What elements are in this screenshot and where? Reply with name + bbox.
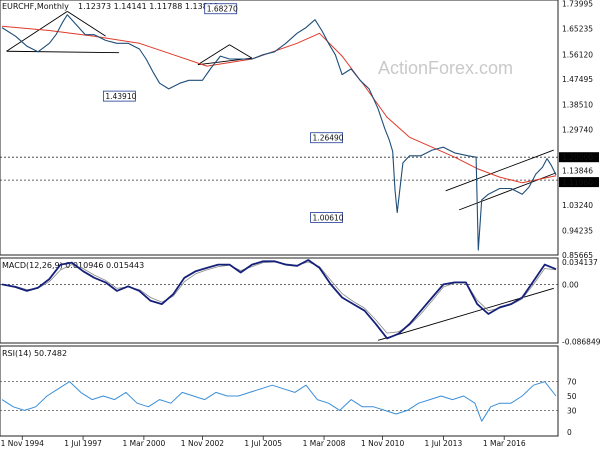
rsi-tick-0: 70 — [567, 378, 577, 387]
macd-tick-0: 0.034137 — [562, 258, 598, 267]
rsi-line — [1, 381, 557, 422]
x-tick-1: 1 Jul 1997 — [64, 439, 102, 448]
chart-window: ActionForex.com EURCHF,Monthly 1.12373 1… — [0, 0, 600, 450]
macd-trendline — [377, 287, 554, 341]
macd-line — [1, 259, 557, 340]
channel-upper — [445, 149, 554, 192]
y-tick-10: 0.94235 — [562, 227, 593, 236]
macd-panel: 0.034137 0.00 -0.086849 — [0, 258, 600, 347]
macd-tick-2: -0.086849 — [562, 338, 600, 347]
x-tick-2: 1 Mar 2000 — [122, 439, 165, 448]
macd-tick-1: 0.00 — [562, 280, 579, 289]
y-tick-4: 1.38510 — [562, 100, 593, 109]
price-label-1: 1.43910 — [105, 92, 136, 101]
y-tick-8: 1.11960 — [562, 178, 593, 187]
macd-title: MACD(12,26,9) 0.010946 0.015443 — [2, 261, 144, 270]
price-panel: 1.68270 1.43910 1.26490 1.00610 1.73995 1.652… — [0, 0, 599, 260]
rsi-tick-3: 0 — [567, 428, 572, 437]
x-tick-7: 1 Jul 2013 — [425, 439, 463, 448]
price-label-3: 1.00610 — [313, 213, 344, 222]
rsi-tick-2: 30 — [567, 406, 577, 415]
price-panel-frame — [0, 0, 559, 256]
current-price-label: 1.13846 — [562, 167, 593, 176]
y-tick-0: 1.73995 — [562, 0, 593, 8]
x-tick-8: 1 Mar 2016 — [483, 439, 526, 448]
y-tick-6: 1.20000 — [562, 153, 593, 162]
y-tick-5: 1.29740 — [562, 125, 593, 134]
x-tick-6: 1 Nov 2010 — [361, 439, 404, 448]
price-label-0: 1.68270 — [207, 5, 238, 14]
trendline-upper-2 — [67, 11, 106, 37]
y-tick-3: 1.47495 — [562, 75, 593, 84]
price-label-2: 1.26490 — [313, 134, 344, 143]
rsi-panel: 70 50 30 0 — [0, 378, 577, 437]
y-tick-9: 1.03240 — [562, 201, 593, 210]
y-tick-1: 1.65235 — [562, 24, 593, 33]
x-tick-4: 1 Jul 2005 — [244, 439, 282, 448]
rsi-title: RSI(14) 50.7482 — [2, 349, 67, 358]
moving-average-line — [1, 25, 557, 184]
x-tick-3: 1 Nov 2002 — [181, 439, 224, 448]
rsi-panel-frame — [0, 345, 559, 437]
trendline-base — [6, 50, 120, 54]
x-tick-0: 1 Nov 1994 — [1, 439, 44, 448]
chart-canvas: ActionForex.com EURCHF,Monthly 1.12373 1… — [0, 0, 600, 448]
watermark: ActionForex.com — [378, 58, 513, 78]
symbol-timeframe: EURCHF,Monthly — [2, 2, 69, 11]
x-axis: 1 Nov 1994 1 Jul 1997 1 Mar 2000 1 Nov 2002… — [1, 436, 526, 448]
rsi-tick-1: 50 — [567, 392, 577, 401]
y-tick-2: 1.56120 — [562, 50, 593, 59]
triangle-2 — [229, 44, 253, 59]
x-tick-5: 1 Mar 2008 — [303, 439, 346, 448]
ohlc-readout: 1.12373 1.14141 1.11788 1.13846 — [78, 2, 218, 11]
